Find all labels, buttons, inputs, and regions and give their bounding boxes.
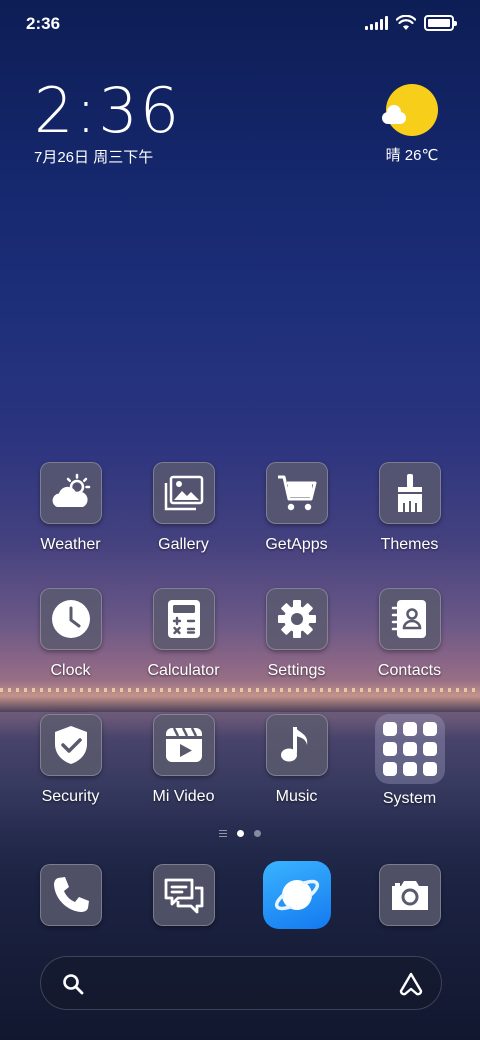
signal-icon — [365, 16, 388, 30]
app-weather[interactable]: Weather — [14, 462, 127, 588]
app-label: System — [382, 790, 437, 807]
dock-browser[interactable] — [240, 860, 353, 930]
app-mi-video[interactable]: Mi Video — [127, 714, 240, 840]
status-icons — [365, 15, 457, 31]
weather-text: 晴 26℃ — [385, 147, 439, 164]
shield-check-icon — [54, 726, 87, 764]
messages-icon — [164, 878, 203, 914]
app-themes[interactable]: Themes — [353, 462, 466, 588]
app-label: Contacts — [377, 662, 442, 679]
search-bar[interactable] — [40, 956, 442, 1010]
browser-icon — [274, 879, 319, 911]
search-icon[interactable] — [61, 972, 85, 996]
dock-messages[interactable] — [127, 860, 240, 930]
app-label: Weather — [40, 536, 101, 553]
app-label: Gallery — [158, 536, 209, 553]
cart-icon — [277, 475, 316, 511]
app-system-folder[interactable]: System — [353, 714, 466, 840]
clock-icon — [51, 600, 90, 638]
wifi-icon — [396, 15, 416, 30]
app-music[interactable]: Music — [240, 714, 353, 840]
music-note-icon — [280, 727, 307, 762]
gallery-icon — [164, 475, 203, 511]
app-label: Security — [41, 788, 100, 805]
app-label: Themes — [380, 536, 439, 553]
app-getapps[interactable]: GetApps — [240, 462, 353, 588]
page-indicator[interactable] — [0, 830, 480, 837]
weather-widget[interactable]: 晴 26℃ — [380, 84, 444, 165]
page-dot — [254, 830, 261, 837]
dock-camera[interactable] — [353, 860, 466, 930]
assistant-icon[interactable] — [397, 971, 425, 997]
clock-widget[interactable]: 2:36 7月26日 周三下午 — [34, 78, 181, 167]
status-bar: 2:36 — [0, 0, 480, 52]
app-settings[interactable]: Settings — [240, 588, 353, 714]
widget-time: 2:36 — [34, 74, 182, 147]
weather-icon — [52, 473, 90, 507]
app-label: Music — [275, 788, 318, 805]
page-dot-active — [237, 830, 244, 837]
app-label: Calculator — [147, 662, 220, 679]
status-time: 2:36 — [26, 14, 61, 33]
app-security[interactable]: Security — [14, 714, 127, 840]
dock-phone[interactable] — [14, 860, 127, 930]
battery-icon — [424, 15, 457, 31]
widget-date: 7月26日 周三下午 — [34, 149, 154, 166]
app-label: Mi Video — [152, 788, 215, 805]
camera-icon — [391, 881, 428, 910]
gear-icon — [277, 600, 316, 638]
dock — [14, 860, 466, 930]
app-label: Settings — [267, 662, 326, 679]
folder-icon — [374, 714, 445, 784]
contacts-icon — [391, 600, 426, 638]
app-calculator[interactable]: Calculator — [127, 588, 240, 714]
phone-icon — [53, 877, 89, 912]
calculator-icon — [167, 600, 200, 638]
app-grid: Weather Gallery GetApps Themes Clock Cal… — [14, 462, 466, 840]
sunny-cloud-icon — [382, 84, 438, 136]
brush-icon — [397, 474, 422, 512]
app-drawer-lines-icon[interactable] — [219, 830, 227, 837]
app-label: GetApps — [265, 536, 328, 553]
app-gallery[interactable]: Gallery — [127, 462, 240, 588]
app-contacts[interactable]: Contacts — [353, 588, 466, 714]
app-label: Clock — [50, 662, 91, 679]
app-clock[interactable]: Clock — [14, 588, 127, 714]
video-icon — [165, 727, 202, 762]
